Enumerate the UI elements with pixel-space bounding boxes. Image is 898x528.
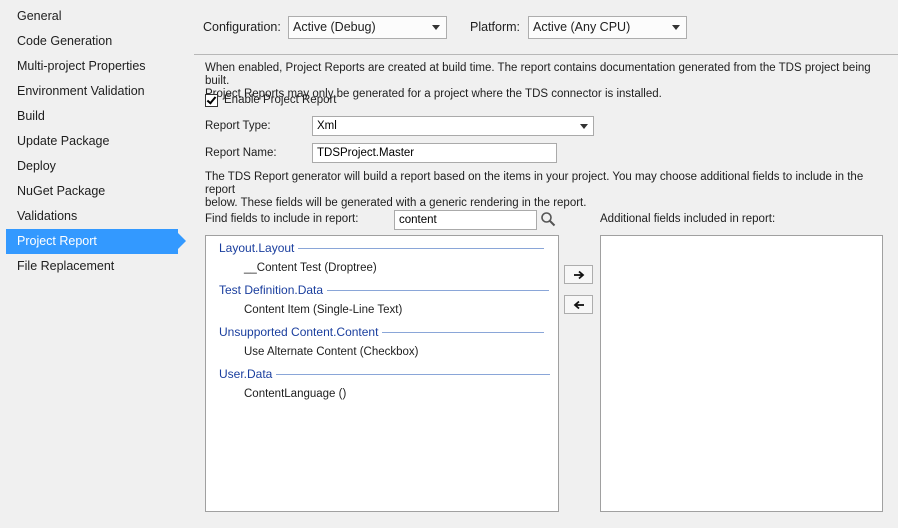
report-description-line-1: When enabled, Project Reports are create… (205, 62, 871, 87)
additional-fields-list[interactable] (600, 235, 883, 512)
configuration-label: Configuration: (203, 20, 281, 34)
sidebar-item-update-package[interactable]: Update Package (0, 129, 186, 154)
generator-description-line-1: The TDS Report generator will build a re… (205, 171, 864, 196)
list-item[interactable]: Use Alternate Content (Checkbox) (244, 346, 419, 358)
additional-fields-label: Additional fields included in report: (600, 213, 776, 225)
field-group-title: User.Data (219, 367, 273, 381)
add-field-button[interactable] (564, 265, 593, 284)
find-fields-label: Find fields to include in report: (205, 213, 359, 225)
group-divider (298, 247, 545, 249)
arrow-left-icon (573, 300, 584, 309)
sidebar-item-environment-validation[interactable]: Environment Validation (0, 79, 186, 104)
report-name-value: TDSProject.Master (317, 147, 415, 159)
enable-report-label: Enable Project Report (224, 94, 337, 106)
field-group-title: Test Definition.Data (219, 283, 324, 297)
sidebar-item-build[interactable]: Build (0, 104, 186, 129)
list-item[interactable]: Content Item (Single-Line Text) (244, 304, 402, 316)
field-group-header: User.Data (219, 366, 551, 382)
configuration-select[interactable]: Active (Debug) (288, 16, 447, 39)
chevron-down-icon (432, 25, 440, 30)
list-item[interactable]: ContentLanguage () (244, 388, 346, 400)
report-name-input[interactable]: TDSProject.Master (312, 143, 557, 163)
field-group-title: Unsupported Content.Content (219, 325, 379, 339)
platform-select[interactable]: Active (Any CPU) (528, 16, 687, 39)
sidebar-item-file-replacement[interactable]: File Replacement (0, 254, 186, 279)
available-fields-list[interactable]: Layout.Layout __Content Test (Droptree) … (205, 235, 559, 512)
find-fields-input[interactable]: content (394, 210, 537, 230)
config-bar: Configuration: Active (Debug) Platform: … (186, 0, 898, 55)
header-divider (194, 54, 898, 55)
field-group-header: Unsupported Content.Content (219, 324, 545, 340)
list-item[interactable]: __Content Test (Droptree) (244, 262, 377, 274)
find-fields-value: content (399, 214, 437, 226)
arrow-right-icon (573, 270, 584, 279)
group-divider (382, 331, 545, 333)
report-name-label: Report Name: (205, 147, 277, 159)
sidebar-item-multi-project-properties[interactable]: Multi-project Properties (0, 54, 186, 79)
report-type-select[interactable]: Xml (312, 116, 594, 136)
enable-report-checkbox[interactable] (205, 94, 218, 107)
sidebar-item-deploy[interactable]: Deploy (0, 154, 186, 179)
remove-field-button[interactable] (564, 295, 593, 314)
report-type-value: Xml (317, 120, 337, 132)
report-type-label: Report Type: (205, 120, 271, 132)
sidebar-item-code-generation[interactable]: Code Generation (0, 29, 186, 54)
configuration-select-value: Active (Debug) (293, 20, 376, 34)
sidebar-item-general[interactable]: General (0, 4, 186, 29)
sidebar-item-project-report[interactable]: Project Report (6, 229, 186, 254)
field-group-title: Layout.Layout (219, 241, 295, 255)
group-divider (276, 373, 551, 375)
sidebar-item-validations[interactable]: Validations (0, 204, 186, 229)
generator-description-line-2: below. These fields will be generated wi… (205, 197, 587, 209)
sidebar-item-nuget-package[interactable]: NuGet Package (0, 179, 186, 204)
chevron-down-icon (580, 124, 588, 129)
search-icon[interactable] (540, 211, 556, 227)
group-divider (327, 289, 550, 291)
field-group-header: Test Definition.Data (219, 282, 550, 298)
generator-description: The TDS Report generator will build a re… (205, 171, 885, 210)
platform-select-value: Active (Any CPU) (533, 20, 631, 34)
sidebar-nav: General Code Generation Multi-project Pr… (0, 0, 186, 528)
platform-label: Platform: (470, 20, 521, 34)
chevron-down-icon (672, 25, 680, 30)
field-group-header: Layout.Layout (219, 240, 545, 256)
checkmark-icon (206, 94, 217, 105)
